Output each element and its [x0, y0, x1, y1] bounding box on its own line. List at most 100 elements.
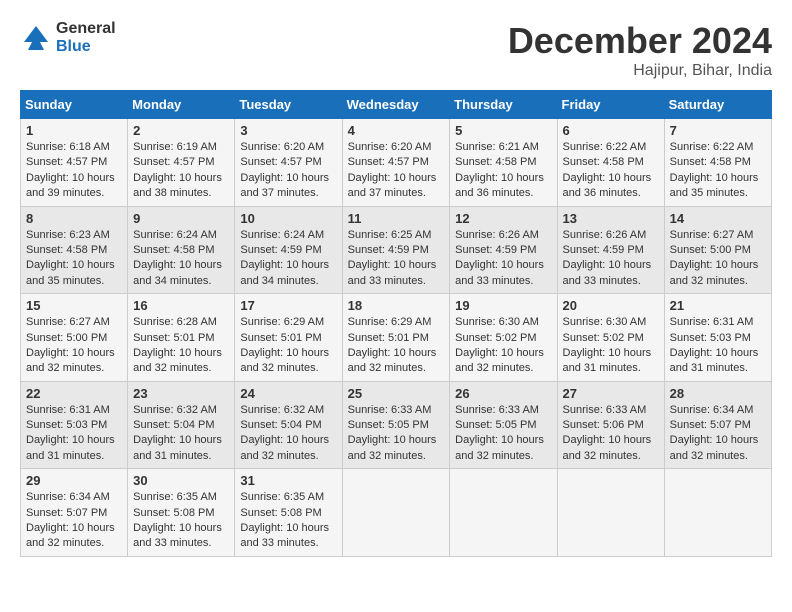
- calendar-cell: 5 Sunrise: 6:21 AMSunset: 4:58 PMDaylight…: [450, 119, 557, 207]
- calendar-cell: 4 Sunrise: 6:20 AMSunset: 4:57 PMDaylight…: [342, 119, 450, 207]
- weekday-header-sunday: Sunday: [21, 91, 128, 119]
- calendar-cell: 31 Sunrise: 6:35 AMSunset: 5:08 PMDayligh…: [235, 469, 342, 557]
- day-detail: Sunrise: 6:35 AMSunset: 5:08 PMDaylight:…: [133, 491, 222, 549]
- calendar-cell: 8Sunrise: 6:23 AMSunset: 4:58 PMDaylight…: [21, 206, 128, 294]
- calendar-cell: 24 Sunrise: 6:32 AMSunset: 5:04 PMDayligh…: [235, 381, 342, 469]
- calendar-cell: 11 Sunrise: 6:25 AMSunset: 4:59 PMDayligh…: [342, 206, 450, 294]
- calendar-cell: 26Sunrise: 6:33 AMSunset: 5:05 PMDayligh…: [450, 381, 557, 469]
- day-number: 16: [133, 298, 229, 313]
- day-detail: Sunrise: 6:22 AMSunset: 4:58 PMDaylight:…: [670, 141, 759, 199]
- calendar-cell: 1 Sunrise: 6:18 AMSunset: 4:57 PMDaylight…: [21, 119, 128, 207]
- calendar-cell: 6 Sunrise: 6:22 AMSunset: 4:58 PMDaylight…: [557, 119, 664, 207]
- calendar-cell: 10 Sunrise: 6:24 AMSunset: 4:59 PMDayligh…: [235, 206, 342, 294]
- calendar-header: SundayMondayTuesdayWednesdayThursdayFrid…: [21, 91, 772, 119]
- calendar-cell: 13Sunrise: 6:26 AMSunset: 4:59 PMDayligh…: [557, 206, 664, 294]
- day-detail: Sunrise: 6:24 AMSunset: 4:59 PMDaylight:…: [240, 229, 329, 287]
- weekday-header-wednesday: Wednesday: [342, 91, 450, 119]
- day-number: 25: [348, 386, 445, 401]
- day-detail: Sunrise: 6:23 AMSunset: 4:58 PMDaylight:…: [26, 229, 115, 287]
- day-number: 2: [133, 123, 229, 138]
- day-number: 30: [133, 473, 229, 488]
- day-detail: Sunrise: 6:30 AMSunset: 5:02 PMDaylight:…: [455, 316, 544, 374]
- logo-general-text: General: [56, 20, 116, 38]
- day-detail: Sunrise: 6:31 AMSunset: 5:03 PMDaylight:…: [670, 316, 759, 374]
- day-detail: Sunrise: 6:24 AMSunset: 4:58 PMDaylight:…: [133, 229, 222, 287]
- day-number: 21: [670, 298, 766, 313]
- day-detail: Sunrise: 6:20 AMSunset: 4:57 PMDaylight:…: [348, 141, 437, 199]
- weekday-row: SundayMondayTuesdayWednesdayThursdayFrid…: [21, 91, 772, 119]
- week-row-3: 15 Sunrise: 6:27 AMSunset: 5:00 PMDayligh…: [21, 294, 772, 382]
- logo-text: General Blue: [56, 20, 116, 56]
- logo: General Blue: [20, 20, 116, 56]
- weekday-header-tuesday: Tuesday: [235, 91, 342, 119]
- calendar-cell: 15 Sunrise: 6:27 AMSunset: 5:00 PMDayligh…: [21, 294, 128, 382]
- day-detail: Sunrise: 6:20 AMSunset: 4:57 PMDaylight:…: [240, 141, 329, 199]
- day-detail: Sunrise: 6:32 AMSunset: 5:04 PMDaylight:…: [133, 404, 222, 462]
- day-number: 28: [670, 386, 766, 401]
- day-detail: Sunrise: 6:35 AMSunset: 5:08 PMDaylight:…: [240, 491, 329, 549]
- weekday-header-monday: Monday: [128, 91, 235, 119]
- day-number: 18: [348, 298, 445, 313]
- day-detail: Sunrise: 6:22 AMSunset: 4:58 PMDaylight:…: [563, 141, 652, 199]
- day-detail: Sunrise: 6:27 AMSunset: 5:00 PMDaylight:…: [26, 316, 115, 374]
- calendar-cell: 20Sunrise: 6:30 AMSunset: 5:02 PMDayligh…: [557, 294, 664, 382]
- day-number: 4: [348, 123, 445, 138]
- day-detail: Sunrise: 6:34 AMSunset: 5:07 PMDaylight:…: [670, 404, 759, 462]
- week-row-2: 8Sunrise: 6:23 AMSunset: 4:58 PMDaylight…: [21, 206, 772, 294]
- day-number: 17: [240, 298, 336, 313]
- weekday-header-friday: Friday: [557, 91, 664, 119]
- day-number: 11: [348, 211, 445, 226]
- day-number: 7: [670, 123, 766, 138]
- day-number: 10: [240, 211, 336, 226]
- calendar-cell: [557, 469, 664, 557]
- day-detail: Sunrise: 6:29 AMSunset: 5:01 PMDaylight:…: [240, 316, 329, 374]
- day-number: 6: [563, 123, 659, 138]
- day-detail: Sunrise: 6:25 AMSunset: 4:59 PMDaylight:…: [348, 229, 437, 287]
- calendar-cell: [664, 469, 771, 557]
- weekday-header-thursday: Thursday: [450, 91, 557, 119]
- calendar-cell: 7 Sunrise: 6:22 AMSunset: 4:58 PMDaylight…: [664, 119, 771, 207]
- day-number: 1: [26, 123, 122, 138]
- logo-blue-text: Blue: [56, 38, 116, 56]
- day-detail: Sunrise: 6:27 AMSunset: 5:00 PMDaylight:…: [670, 229, 759, 287]
- calendar: SundayMondayTuesdayWednesdayThursdayFrid…: [20, 90, 772, 557]
- day-detail: Sunrise: 6:21 AMSunset: 4:58 PMDaylight:…: [455, 141, 544, 199]
- day-detail: Sunrise: 6:18 AMSunset: 4:57 PMDaylight:…: [26, 141, 115, 199]
- calendar-cell: 17 Sunrise: 6:29 AMSunset: 5:01 PMDayligh…: [235, 294, 342, 382]
- day-detail: Sunrise: 6:32 AMSunset: 5:04 PMDaylight:…: [240, 404, 329, 462]
- calendar-cell: 2 Sunrise: 6:19 AMSunset: 4:57 PMDaylight…: [128, 119, 235, 207]
- calendar-body: 1 Sunrise: 6:18 AMSunset: 4:57 PMDaylight…: [21, 119, 772, 557]
- day-detail: Sunrise: 6:30 AMSunset: 5:02 PMDaylight:…: [563, 316, 652, 374]
- day-number: 29: [26, 473, 122, 488]
- calendar-cell: 30 Sunrise: 6:35 AMSunset: 5:08 PMDayligh…: [128, 469, 235, 557]
- week-row-4: 22 Sunrise: 6:31 AMSunset: 5:03 PMDayligh…: [21, 381, 772, 469]
- day-detail: Sunrise: 6:31 AMSunset: 5:03 PMDaylight:…: [26, 404, 115, 462]
- calendar-cell: 9Sunrise: 6:24 AMSunset: 4:58 PMDaylight…: [128, 206, 235, 294]
- day-number: 23: [133, 386, 229, 401]
- day-detail: Sunrise: 6:19 AMSunset: 4:57 PMDaylight:…: [133, 141, 222, 199]
- day-number: 5: [455, 123, 551, 138]
- subtitle: Hajipur, Bihar, India: [508, 62, 772, 80]
- calendar-cell: 3Sunrise: 6:20 AMSunset: 4:57 PMDaylight…: [235, 119, 342, 207]
- logo-icon: [20, 22, 52, 54]
- day-detail: Sunrise: 6:33 AMSunset: 5:05 PMDaylight:…: [348, 404, 437, 462]
- calendar-cell: 28 Sunrise: 6:34 AMSunset: 5:07 PMDayligh…: [664, 381, 771, 469]
- calendar-cell: 29Sunrise: 6:34 AMSunset: 5:07 PMDayligh…: [21, 469, 128, 557]
- day-number: 19: [455, 298, 551, 313]
- day-detail: Sunrise: 6:28 AMSunset: 5:01 PMDaylight:…: [133, 316, 222, 374]
- day-number: 31: [240, 473, 336, 488]
- day-detail: Sunrise: 6:33 AMSunset: 5:06 PMDaylight:…: [563, 404, 652, 462]
- calendar-cell: 21 Sunrise: 6:31 AMSunset: 5:03 PMDayligh…: [664, 294, 771, 382]
- day-number: 13: [563, 211, 659, 226]
- day-number: 24: [240, 386, 336, 401]
- calendar-cell: 19 Sunrise: 6:30 AMSunset: 5:02 PMDayligh…: [450, 294, 557, 382]
- day-number: 22: [26, 386, 122, 401]
- day-detail: Sunrise: 6:29 AMSunset: 5:01 PMDaylight:…: [348, 316, 437, 374]
- calendar-cell: 16 Sunrise: 6:28 AMSunset: 5:01 PMDayligh…: [128, 294, 235, 382]
- calendar-cell: 18 Sunrise: 6:29 AMSunset: 5:01 PMDayligh…: [342, 294, 450, 382]
- day-number: 14: [670, 211, 766, 226]
- header: General Blue December 2024 Hajipur, Biha…: [20, 20, 772, 80]
- day-number: 15: [26, 298, 122, 313]
- day-detail: Sunrise: 6:26 AMSunset: 4:59 PMDaylight:…: [455, 229, 544, 287]
- title-area: December 2024 Hajipur, Bihar, India: [508, 20, 772, 80]
